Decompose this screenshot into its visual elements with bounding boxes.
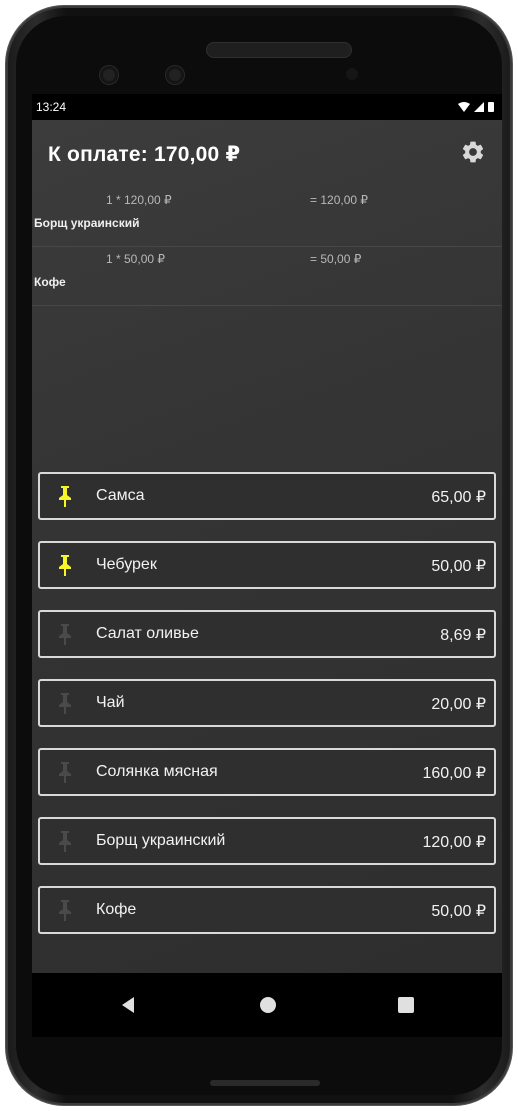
menu-item-price: 160,00 ₽ xyxy=(422,765,486,782)
order-line-total: = 120,00 ₽ xyxy=(310,193,369,207)
order-row[interactable]: 1 * 120,00 ₽ = 120,00 ₽ Борщ украинский xyxy=(32,188,502,247)
order-quantity-price: 1 * 120,00 ₽ xyxy=(106,193,172,207)
menu-item-button[interactable]: Борщ украинский 120,00 ₽ xyxy=(38,817,496,865)
menu-item-price: 20,00 ₽ xyxy=(431,696,486,713)
menu-item-button[interactable]: Чебурек 50,00 ₽ xyxy=(38,541,496,589)
recents-icon[interactable] xyxy=(398,997,414,1013)
front-camera xyxy=(100,66,118,84)
status-time: 13:24 xyxy=(36,100,67,114)
menu-item-name: Солянка мясная xyxy=(96,763,218,780)
order-quantity-price: 1 * 50,00 ₽ xyxy=(106,252,166,266)
status-bar: 13:24 xyxy=(32,94,502,120)
menu-item-name: Кофе xyxy=(96,901,137,918)
menu-item-button[interactable]: Чай 20,00 ₽ xyxy=(38,679,496,727)
header: К оплате: 170,00 ₽ xyxy=(32,120,502,184)
menu-item-button[interactable]: Солянка мясная 160,00 ₽ xyxy=(38,748,496,796)
battery-icon xyxy=(488,102,494,112)
menu-item-price: 8,69 ₽ xyxy=(440,627,486,644)
pin-icon[interactable] xyxy=(56,898,74,922)
menu-item-name: Самса xyxy=(96,487,145,504)
order-item-name: Борщ украинский xyxy=(34,216,140,230)
status-icons xyxy=(458,102,494,112)
pin-icon[interactable] xyxy=(56,484,74,508)
pin-icon[interactable] xyxy=(56,760,74,784)
proximity-sensor xyxy=(346,68,358,80)
signal-icon xyxy=(474,102,484,112)
pin-icon[interactable] xyxy=(56,691,74,715)
order-list: 1 * 120,00 ₽ = 120,00 ₽ Борщ украинский … xyxy=(32,188,502,306)
earpiece-speaker xyxy=(206,42,352,58)
order-item-name: Кофе xyxy=(34,275,66,289)
home-icon[interactable] xyxy=(260,997,276,1013)
pin-icon[interactable] xyxy=(56,829,74,853)
back-icon[interactable] xyxy=(122,997,134,1013)
menu-item-name: Салат оливье xyxy=(96,625,199,642)
menu-item-price: 50,00 ₽ xyxy=(431,558,486,575)
menu-item-price: 120,00 ₽ xyxy=(422,834,486,851)
pin-icon[interactable] xyxy=(56,553,74,577)
bottom-speaker xyxy=(210,1080,320,1086)
menu-item-price: 65,00 ₽ xyxy=(431,489,486,506)
total-amount-title: К оплате: 170,00 ₽ xyxy=(48,143,241,166)
pin-icon[interactable] xyxy=(56,622,74,646)
menu-list: Самса 65,00 ₽ Чебурек 50,00 ₽ Салат олив… xyxy=(38,472,496,955)
menu-item-name: Чай xyxy=(96,694,125,711)
app-content: К оплате: 170,00 ₽ 1 * 120,00 ₽ = 120,00… xyxy=(32,120,502,973)
menu-item-price: 50,00 ₽ xyxy=(431,903,486,920)
menu-item-name: Чебурек xyxy=(96,556,157,573)
menu-item-button[interactable]: Кофе 50,00 ₽ xyxy=(38,886,496,934)
screen: 13:24 К оплате: 170,00 ₽ 1 * 120,00 ₽ = … xyxy=(32,94,502,1037)
navigation-bar xyxy=(32,973,502,1037)
wifi-icon xyxy=(458,102,470,112)
menu-item-button[interactable]: Самса 65,00 ₽ xyxy=(38,472,496,520)
order-line-total: = 50,00 ₽ xyxy=(310,252,362,266)
gear-icon[interactable] xyxy=(460,139,486,165)
menu-item-button[interactable]: Салат оливье 8,69 ₽ xyxy=(38,610,496,658)
order-row[interactable]: 1 * 50,00 ₽ = 50,00 ₽ Кофе xyxy=(32,247,502,306)
front-sensor xyxy=(166,66,184,84)
menu-item-name: Борщ украинский xyxy=(96,832,226,849)
